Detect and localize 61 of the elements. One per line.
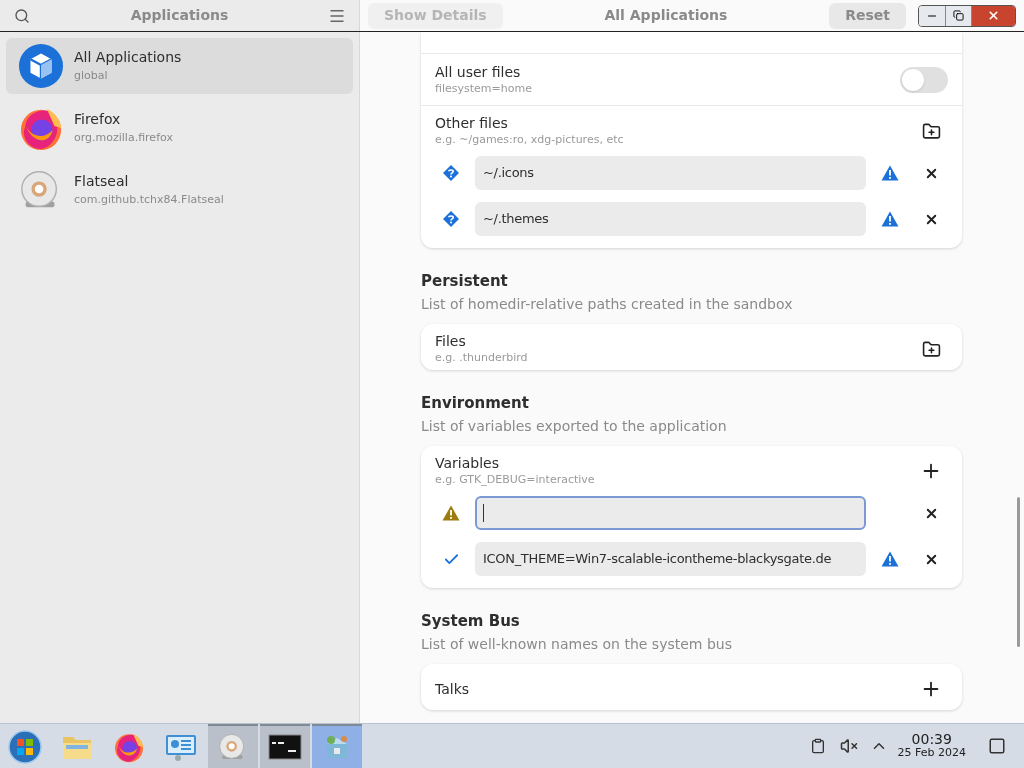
close-icon	[987, 9, 1000, 22]
path-field[interactable]	[475, 496, 866, 530]
row-title: All user files	[435, 62, 522, 81]
row-hint: filesystem=home	[435, 80, 533, 97]
sidebar-title: Applications	[129, 6, 230, 25]
row-hint: e.g. GTK_DEBUG=interactive	[435, 472, 596, 488]
path-field[interactable]: ICON_THEME=Win7-scalable-icontheme-blackysgate.de	[475, 542, 866, 576]
folder-plus-icon	[921, 121, 941, 141]
clock-date: 25 Feb 2024	[897, 746, 966, 760]
restore-icon	[953, 10, 964, 21]
window-title: All Applications	[603, 6, 729, 25]
field-value: ~/.themes	[483, 210, 549, 229]
minimize-button[interactable]	[919, 5, 945, 26]
start-orb-icon	[8, 730, 42, 764]
section-description: List of well-known names on the system bus	[421, 635, 733, 654]
row-hint: e.g. .thunderbird	[435, 350, 529, 366]
field-value: ICON_THEME=Win7-scalable-icontheme-blackysgate.de	[483, 550, 832, 569]
show-desktop-icon[interactable]	[988, 737, 1006, 755]
app-name: Flatseal	[74, 172, 130, 191]
monitor-settings-icon	[164, 732, 198, 762]
row-title: Variables	[435, 454, 500, 472]
question-diamond-icon	[442, 210, 460, 228]
taskbar-button[interactable]	[260, 724, 310, 768]
cube-icon	[18, 43, 64, 89]
warning-icon	[881, 165, 899, 181]
app-list-item[interactable]: Flatseal com.github.tchx84.Flatseal	[6, 162, 353, 218]
app-id: global	[74, 68, 109, 84]
app-name: Firefox	[74, 110, 122, 129]
path-field[interactable]: ~/.themes	[475, 202, 866, 236]
warning-icon	[442, 505, 460, 521]
app-name: All Applications	[74, 48, 182, 67]
terminal-icon	[268, 734, 302, 760]
app-id: com.github.tchx84.Flatseal	[74, 192, 224, 208]
scrollbar[interactable]	[1017, 497, 1020, 647]
toggle-switch[interactable]	[900, 66, 948, 93]
section-description: List of homedir-relative paths created in the sandbox	[421, 295, 794, 314]
row-hint: e.g. ~/games:ro, xdg-pictures, etc	[435, 132, 625, 148]
row-title: Talks	[435, 680, 471, 698]
section-description: List of variables exported to the application	[421, 417, 728, 436]
warning-icon	[881, 551, 899, 567]
fox-globe-icon	[113, 731, 145, 763]
close-button[interactable]	[971, 5, 1015, 26]
clipboard-icon[interactable]	[809, 738, 826, 754]
app-list-item[interactable]: All Applications global	[6, 38, 353, 94]
clock-time: 00:39	[911, 732, 952, 746]
muted-speaker-icon[interactable]	[839, 737, 858, 755]
path-field[interactable]: ~/.icons	[475, 156, 866, 190]
search-icon	[14, 7, 30, 24]
folder-plus-icon	[921, 339, 941, 359]
app-list-item[interactable]: Firefox org.mozilla.firefox	[6, 100, 353, 156]
text-cursor	[483, 504, 484, 522]
section-title: Environment	[421, 393, 530, 414]
restore-button[interactable]	[945, 5, 971, 26]
warning-icon	[881, 211, 899, 227]
section-title: System Bus	[421, 611, 521, 632]
field-value: ~/.icons	[483, 164, 534, 183]
question-diamond-icon	[442, 164, 460, 182]
row-title: Other files	[435, 114, 509, 132]
section-title: Persistent	[421, 271, 509, 292]
app-id: org.mozilla.firefox	[74, 130, 173, 146]
row-title: Files	[435, 332, 467, 350]
